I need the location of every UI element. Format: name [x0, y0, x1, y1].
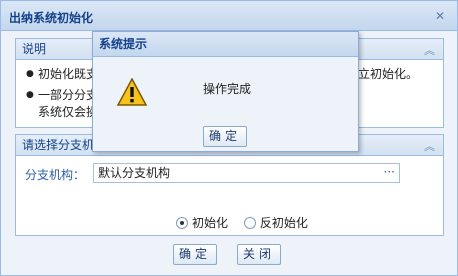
bullet-2-text: 一部分分支 — [38, 88, 99, 102]
bullet-1-text: 初始化既支 — [38, 67, 99, 81]
branch-value: 默认分支机构 — [98, 166, 171, 180]
dialog-ok-button[interactable]: 确定 — [203, 126, 247, 147]
collapse-icon[interactable]: ︽ — [424, 40, 435, 61]
branch-label: 分支机构： — [25, 168, 86, 182]
system-prompt-dialog: 系统提示 操作完成 确定 — [92, 31, 359, 152]
select-panel-title: 请选择分支机 — [22, 138, 95, 152]
warning-icon — [117, 78, 147, 106]
dialog-title[interactable]: 系统提示 — [93, 32, 358, 57]
dialog-message: 操作完成 — [203, 82, 252, 96]
collapse-icon[interactable]: ︽ — [424, 136, 435, 157]
radio-init-label: 初始化 — [192, 216, 229, 230]
more-icon[interactable]: ··· — [384, 163, 395, 181]
window-titlebar[interactable]: 出纳系统初始化 ✕ — [1, 1, 457, 31]
close-icon[interactable]: ✕ — [433, 9, 447, 23]
radio-selected-icon[interactable] — [176, 217, 188, 229]
info-panel-title: 说明 — [22, 42, 47, 56]
radio-unselected-icon[interactable] — [243, 217, 256, 229]
close-button[interactable]: 关闭 — [237, 244, 281, 265]
window-title: 出纳系统初始化 — [9, 11, 94, 25]
radio-init[interactable]: 初始化 — [176, 214, 228, 231]
dialog-body: 操作完成 确定 — [93, 58, 358, 151]
branch-select[interactable]: 默认分支机构 ··· — [93, 163, 400, 183]
ok-button[interactable]: 确定 — [173, 244, 217, 265]
radio-reinit[interactable]: 反初始化 — [243, 214, 308, 231]
radio-reinit-label: 反初始化 — [259, 216, 308, 230]
mode-radios: 初始化 反初始化 — [176, 214, 320, 231]
